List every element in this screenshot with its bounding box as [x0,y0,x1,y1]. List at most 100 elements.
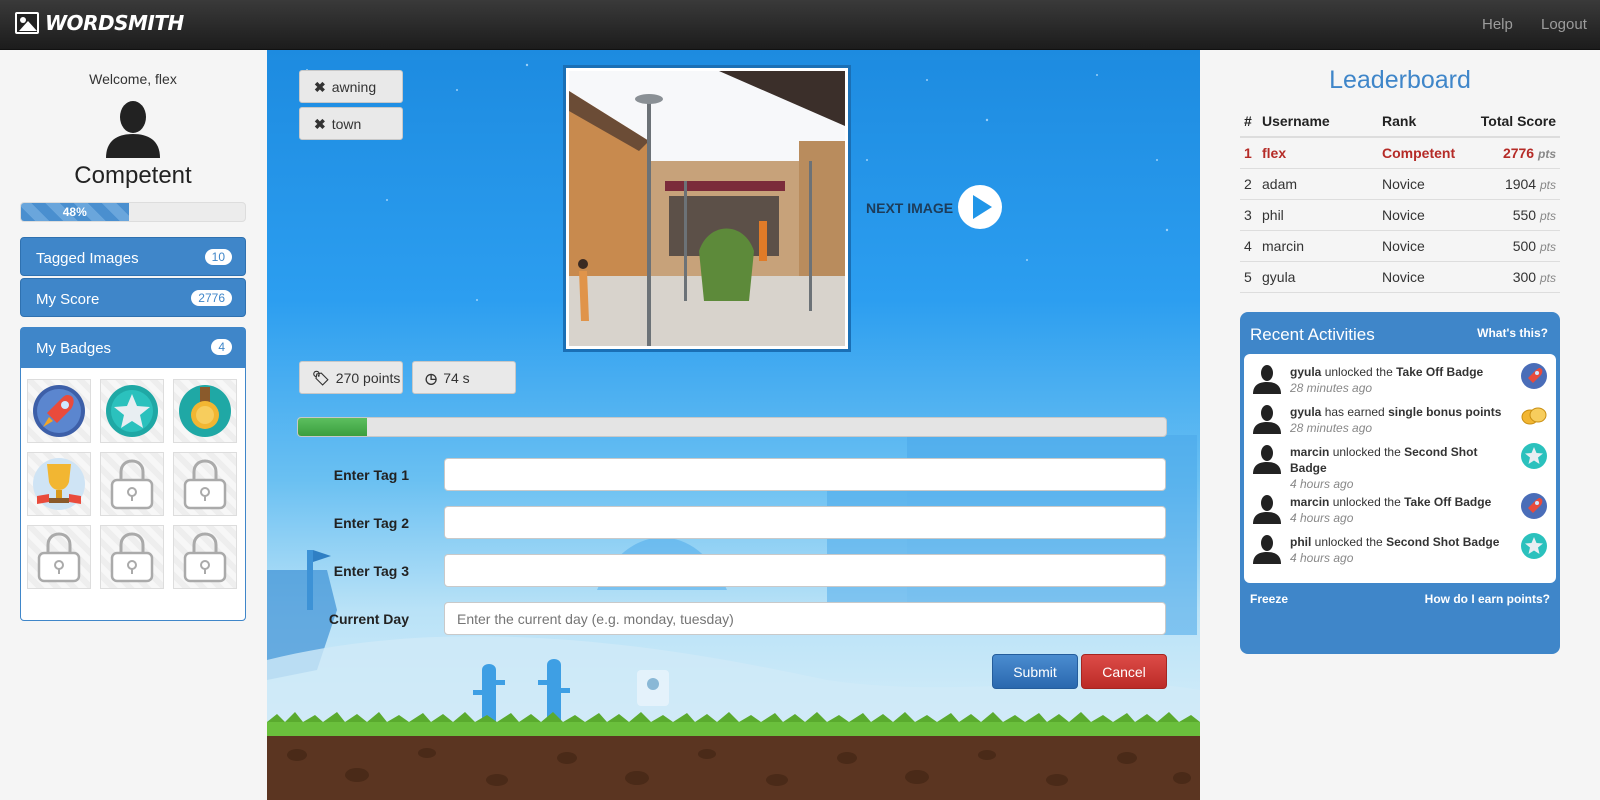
badge-cell [100,452,164,516]
leaderboard-header-row: # Username Rank Total Score [1240,109,1560,138]
activity-item: gyula unlocked the Take Off Badge 28 min… [1252,362,1548,400]
whats-this-link[interactable]: What's this? [1477,326,1548,340]
activity-text: phil unlocked the Second Shot Badge 4 ho… [1290,534,1508,566]
activity-user[interactable]: marcin [1290,445,1329,459]
score-value: 500 [1512,238,1537,254]
freeze-link[interactable]: Freeze [1250,592,1288,606]
activity-object: Take Off Badge [1404,495,1492,509]
game-progress-bar [297,417,1167,437]
activity-verb: unlocked the [1332,495,1401,509]
activity-user[interactable]: phil [1290,535,1311,549]
col-header-username: Username [1258,109,1378,138]
my-badges-header[interactable]: My Badges 4 [21,328,245,368]
my-badges-count: 4 [211,339,232,355]
row-score: 500 pts [1468,230,1560,262]
star-badge-icon [106,385,158,437]
row-username[interactable]: marcin [1258,230,1378,262]
row-position: 5 [1240,261,1258,293]
lock-icon [183,459,227,510]
leaderboard-row: 5 gyula Novice 300 pts [1240,261,1560,293]
activity-text: marcin unlocked the Take Off Badge 4 hou… [1290,494,1508,526]
rank-progress-fill: 48% [21,203,129,221]
leaderboard-title: Leaderboard [1329,66,1471,94]
tag-chip-town[interactable]: ✖ town [299,107,403,140]
badge-cell[interactable] [27,452,91,516]
recent-activities-panel: Recent Activities What's this? gyula unl… [1240,312,1560,654]
logout-link[interactable]: Logout [1541,16,1587,33]
timer-chip: ◷ 74 s [412,361,516,394]
activity-time: 28 minutes ago [1290,421,1373,435]
submit-button[interactable]: Submit [992,654,1078,689]
badge-cell[interactable] [100,379,164,443]
star-icon [1521,443,1547,469]
next-image-label[interactable]: NEXT IMAGE [866,200,953,216]
how-earn-points-link[interactable]: How do I earn points? [1425,592,1550,606]
left-sidebar: Welcome, flex Competent 48% Tagged Image… [0,50,268,800]
row-username[interactable]: adam [1258,168,1378,200]
game-area: ✖ awning ✖ town NEXT IMAGE 🏷 270 points … [267,50,1200,800]
brand-logo[interactable]: WORDSMITH [15,11,184,35]
user-avatar-icon [1253,495,1281,524]
tagged-images-button[interactable]: Tagged Images 10 [20,237,246,276]
badge-cell [173,525,237,589]
col-header-total-score: Total Score [1468,109,1560,138]
rocket-icon [1521,493,1547,519]
activity-object: single bonus points [1388,405,1502,419]
row-username[interactable]: gyula [1258,261,1378,293]
timer-value: 74 s [443,370,470,386]
user-avatar-icon [1253,445,1281,474]
badge-cell[interactable] [173,379,237,443]
lock-icon [37,532,81,583]
my-score-count: 2776 [191,290,232,306]
tag3-input[interactable] [444,554,1166,587]
cancel-button[interactable]: Cancel [1081,654,1167,689]
points-chip: 🏷 270 points [299,361,403,394]
activity-time: 4 hours ago [1290,477,1354,491]
shopping-street-photo [569,71,845,346]
star-icon [1521,533,1547,559]
rocket-icon [1521,363,1547,389]
play-icon [973,195,992,219]
rocket-badge-icon [33,385,85,437]
pts-suffix: pts [1539,271,1556,285]
activity-item: gyula has earned single bonus points 28 … [1252,402,1548,440]
row-username[interactable]: phil [1258,199,1378,231]
my-score-button[interactable]: My Score 2776 [20,278,246,317]
row-rank: Novice [1378,230,1468,262]
lock-icon [110,532,154,583]
activity-item: marcin unlocked the Take Off Badge 4 hou… [1252,492,1548,530]
leaderboard-row: 4 marcin Novice 500 pts [1240,230,1560,262]
badge-cell[interactable] [27,379,91,443]
score-value: 300 [1512,269,1537,285]
activity-time: 4 hours ago [1290,511,1354,525]
row-username[interactable]: flex [1258,137,1378,169]
points-value: 270 points [335,370,401,386]
badge-cell [100,525,164,589]
activity-user[interactable]: marcin [1290,495,1329,509]
activity-user[interactable]: gyula [1290,365,1321,379]
tags-icon: 🏷 [312,370,330,386]
activity-text: gyula has earned single bonus points 28 … [1290,404,1508,436]
my-badges-panel: My Badges 4 [20,327,246,621]
tag2-input[interactable] [444,506,1166,539]
help-link[interactable]: Help [1482,16,1513,33]
remove-tag-icon[interactable]: ✖ [314,116,326,132]
lock-icon [110,459,154,510]
coins-icon [1521,407,1547,425]
tag-chip-awning[interactable]: ✖ awning [299,70,403,103]
tag3-label: Enter Tag 3 [333,563,409,579]
recent-activities-title: Recent Activities [1250,325,1375,344]
current-day-input[interactable] [444,602,1166,635]
next-image-button[interactable] [958,185,1002,229]
tag-chip-label: awning [331,79,377,95]
col-header-rank: Rank [1378,109,1468,138]
activity-user[interactable]: gyula [1290,405,1321,419]
tag1-input[interactable] [444,458,1166,491]
activity-text: gyula unlocked the Take Off Badge 28 min… [1290,364,1508,396]
image-icon [15,12,39,34]
activity-list: gyula unlocked the Take Off Badge 28 min… [1244,354,1556,583]
row-score: 1904 pts [1468,168,1560,200]
activity-object: Take Off Badge [1396,365,1484,379]
row-rank: Novice [1378,261,1468,293]
remove-tag-icon[interactable]: ✖ [314,79,326,95]
